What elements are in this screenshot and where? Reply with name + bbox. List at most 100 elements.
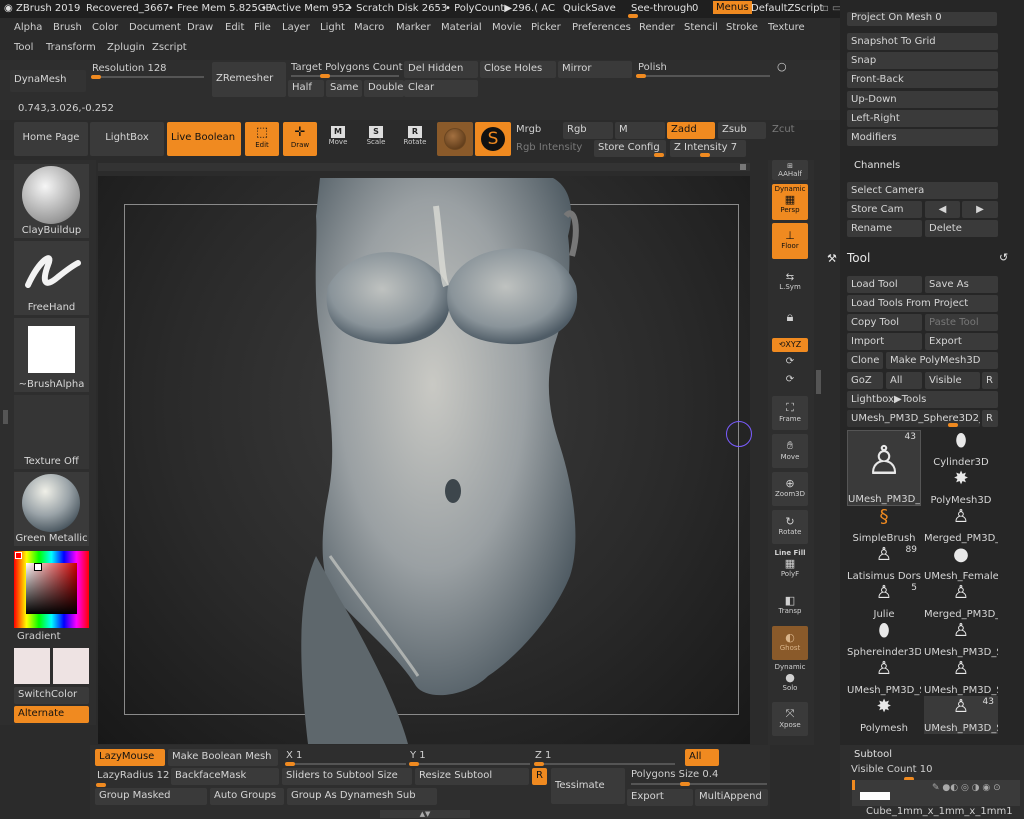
project-on-mesh-slider[interactable]: Project On Mesh 0 bbox=[847, 12, 997, 26]
rotate-button[interactable]: R Rotate bbox=[402, 126, 428, 154]
floor-button[interactable]: ⊥ Floor bbox=[772, 223, 808, 259]
select-camera-button[interactable]: Select Camera bbox=[847, 182, 998, 199]
y-slider-knob[interactable] bbox=[409, 762, 419, 766]
tool-thumbnail[interactable]: ♙ Latisimus Dorsi 89 bbox=[847, 544, 921, 582]
current-tool-slider[interactable]: UMesh_PM3D_Sphere3D2_9. bbox=[847, 410, 980, 427]
texture-selector[interactable]: Texture Off bbox=[14, 395, 89, 469]
menu-document[interactable]: Document bbox=[129, 22, 181, 33]
menu-layer[interactable]: Layer bbox=[282, 22, 310, 33]
z-intensity-knob[interactable] bbox=[700, 153, 710, 157]
color-picker[interactable] bbox=[14, 551, 89, 628]
lazyradius-knob[interactable] bbox=[96, 783, 106, 787]
lightbox-button[interactable]: LightBox bbox=[90, 122, 164, 156]
delete-camera-button[interactable]: Delete bbox=[925, 220, 998, 237]
dynamesh-button[interactable]: DynaMesh bbox=[10, 70, 86, 92]
brush-selector[interactable]: ClayBuildup bbox=[14, 164, 89, 238]
draw-button[interactable]: ✛ Draw bbox=[283, 122, 317, 156]
prev-camera-icon[interactable]: ◀ bbox=[925, 201, 960, 218]
alpha-selector[interactable]: ~BrushAlpha bbox=[14, 318, 89, 392]
zadd-button[interactable]: Zadd bbox=[667, 122, 715, 139]
goz-r-button[interactable]: R bbox=[982, 372, 998, 389]
lightbox-tools-button[interactable]: Lightbox▶Tools bbox=[847, 391, 998, 408]
subtool-item[interactable]: ✎ ●◐ ◎ ◑ ◉ ⊙ bbox=[852, 780, 1020, 806]
switchcolor-button[interactable]: SwitchColor bbox=[14, 687, 89, 704]
tool-thumbnail[interactable]: § SimpleBrush bbox=[847, 506, 921, 545]
tool-thumbnail[interactable]: ♙ UMesh_PM3D_S bbox=[924, 658, 998, 697]
solo-button[interactable]: Dynamic ● Solo bbox=[772, 662, 808, 696]
modifiers-button[interactable]: Modifiers bbox=[847, 129, 998, 146]
transp-button[interactable]: ◧ Transp bbox=[772, 590, 808, 620]
home-page-button[interactable]: Home Page bbox=[14, 122, 88, 156]
tool-palette-header[interactable]: Tool bbox=[847, 251, 870, 265]
menu-edit[interactable]: Edit bbox=[225, 22, 244, 33]
lock-button[interactable]: 🔒︎ bbox=[772, 304, 808, 332]
resolution-slider[interactable] bbox=[92, 76, 204, 78]
right-shelf-toggle-icon[interactable] bbox=[816, 370, 821, 394]
copy-tool-button[interactable]: Copy Tool bbox=[847, 314, 922, 331]
edit-button[interactable]: ⬚ Edit bbox=[245, 122, 279, 156]
x-slider-knob[interactable] bbox=[285, 762, 295, 766]
same-button[interactable]: Same bbox=[326, 80, 362, 97]
menu-marker[interactable]: Marker bbox=[396, 22, 431, 33]
mrgb-button[interactable]: Mrgb bbox=[516, 124, 541, 135]
left-shelf-toggle-icon[interactable] bbox=[3, 410, 8, 424]
resolution-slider-knob[interactable] bbox=[91, 75, 101, 79]
tool-thumbnail[interactable]: ✸ PolyMesh3D bbox=[924, 468, 998, 507]
alternate-button[interactable]: Alternate bbox=[14, 706, 89, 723]
lsym-button[interactable]: ⇆ L.Sym bbox=[772, 268, 808, 298]
zcut-button[interactable]: Zcut bbox=[772, 124, 795, 135]
material-selector[interactable]: Green Metallic bbox=[14, 472, 89, 546]
tool-thumbnail[interactable]: ✸ Polymesh bbox=[847, 696, 921, 735]
subtool-header[interactable]: Subtool bbox=[854, 749, 892, 760]
polish-slider[interactable] bbox=[636, 75, 770, 77]
xyz-button[interactable]: ⟲XYZ bbox=[772, 338, 808, 352]
tool-thumbnail[interactable]: ⬮ Sphereinder3D bbox=[847, 620, 921, 659]
material-swatch-button[interactable] bbox=[437, 122, 473, 156]
xpose-button[interactable]: ⤧ Xpose bbox=[772, 702, 808, 736]
see-through-slider[interactable] bbox=[628, 14, 638, 18]
menu-zscript[interactable]: Zscript bbox=[152, 42, 187, 53]
rotate-y-icon[interactable]: ⟳ bbox=[772, 356, 808, 370]
document-canvas[interactable] bbox=[98, 176, 752, 744]
import-button[interactable]: Import bbox=[847, 333, 922, 350]
clone-button[interactable]: Clone bbox=[847, 352, 883, 369]
half-button[interactable]: Half bbox=[288, 80, 324, 97]
polygons-size-knob[interactable] bbox=[680, 782, 690, 786]
zremesher-button[interactable]: ZRemesher bbox=[212, 62, 286, 97]
menu-color[interactable]: Color bbox=[92, 22, 118, 33]
tool-thumbnail[interactable]: ♙ UMesh_PM3D_S 43 bbox=[847, 430, 921, 506]
tool-thumbnail[interactable]: ♙ Julie 5 bbox=[847, 582, 921, 620]
bottom-shelf-toggle-icon[interactable]: ▲▼ bbox=[380, 810, 470, 818]
export-bottom-button[interactable]: Export bbox=[627, 789, 693, 806]
menu-stencil[interactable]: Stencil bbox=[684, 22, 718, 33]
auto-groups-button[interactable]: Auto Groups bbox=[210, 788, 284, 805]
menu-zplugin[interactable]: Zplugin bbox=[107, 42, 145, 53]
multiappend-button[interactable]: MultiAppend bbox=[695, 789, 768, 806]
z-slider[interactable] bbox=[535, 763, 675, 765]
symmetry-brush-button[interactable]: S bbox=[475, 122, 511, 156]
menu-alpha[interactable]: Alpha bbox=[14, 22, 42, 33]
menu-material[interactable]: Material bbox=[441, 22, 482, 33]
mirror-button[interactable]: Mirror bbox=[558, 61, 632, 78]
group-masked-button[interactable]: Group Masked bbox=[95, 788, 207, 805]
snapshot-to-grid-button[interactable]: Snapshot To Grid bbox=[847, 33, 998, 50]
aahalf-button[interactable]: ⊞ AAHalf bbox=[772, 160, 808, 180]
next-camera-icon[interactable]: ▶ bbox=[962, 201, 998, 218]
persp-button[interactable]: Dynamic ▦ Persp bbox=[772, 184, 808, 220]
rename-camera-button[interactable]: Rename bbox=[847, 220, 922, 237]
export-button[interactable]: Export bbox=[925, 333, 998, 350]
tool-thumbnail[interactable]: ♙ Merged_PM3D_S bbox=[924, 582, 998, 621]
resize-subtool-r-button[interactable]: R bbox=[532, 768, 547, 785]
current-tool-knob[interactable] bbox=[948, 423, 958, 427]
goz-visible-button[interactable]: Visible bbox=[925, 372, 980, 389]
frame-button[interactable]: ⛶ Frame bbox=[772, 396, 808, 430]
rgb-intensity-knob[interactable] bbox=[654, 153, 664, 157]
menu-render[interactable]: Render bbox=[639, 22, 675, 33]
close-holes-button[interactable]: Close Holes bbox=[480, 61, 556, 78]
goz-all-button[interactable]: All bbox=[886, 372, 922, 389]
canvas-scrollbar[interactable] bbox=[98, 163, 750, 171]
quicksave-button[interactable]: QuickSave bbox=[563, 3, 616, 14]
m-button[interactable]: M bbox=[615, 122, 665, 139]
main-color-swatch[interactable] bbox=[14, 648, 50, 684]
menu-brush[interactable]: Brush bbox=[53, 22, 82, 33]
